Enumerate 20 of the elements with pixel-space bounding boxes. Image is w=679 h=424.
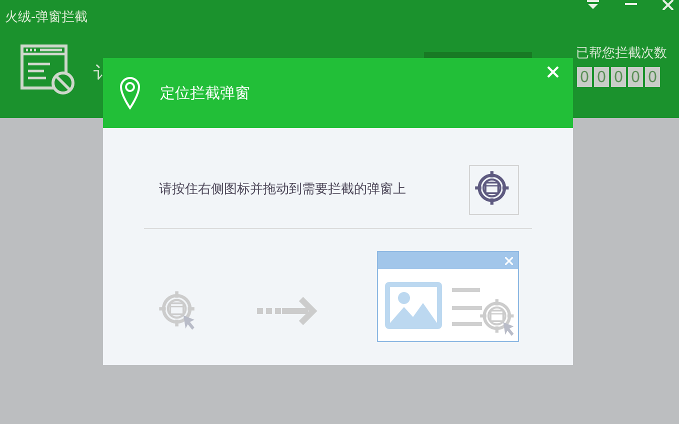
text-lines-icon: [452, 288, 482, 326]
minimize-icon[interactable]: [625, 3, 637, 6]
drag-target-button[interactable]: [469, 165, 519, 215]
dialog-title: 定位拦截弹窗: [160, 82, 250, 104]
blocked-window-icon: [20, 44, 76, 96]
window-title: 火绒-弹窗拦截: [5, 9, 88, 27]
counter-digit: 0: [611, 67, 626, 87]
dotted-arrow-icon: [257, 296, 319, 324]
counter-digit: 0: [577, 67, 592, 87]
close-icon[interactable]: [662, 0, 674, 10]
image-placeholder-icon: [385, 282, 442, 329]
close-icon: [505, 256, 513, 264]
location-pin-icon: [119, 76, 141, 110]
counter-digit: 0: [594, 67, 609, 87]
instruction-text: 请按住右侧图标并拖动到需要拦截的弹窗上: [159, 181, 406, 200]
counter-label: 已帮您拦截次数: [576, 45, 667, 63]
dropdown-icon[interactable]: [587, 0, 599, 10]
counter-digit: 0: [645, 67, 660, 87]
feature-label: 讠: [93, 62, 111, 86]
counter-digit: 0: [628, 67, 643, 87]
